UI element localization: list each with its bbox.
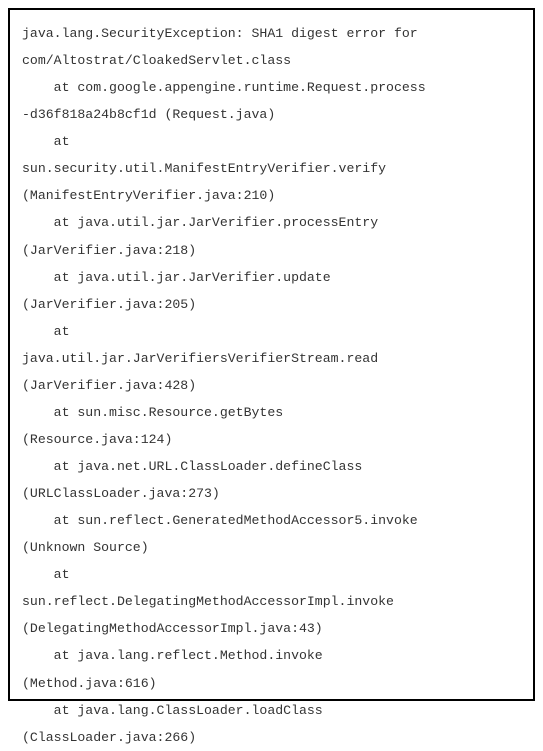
frame-loc: (ClassLoader.java:266): [22, 724, 521, 751]
frame-at: at sun.misc.Resource.getBytes: [22, 399, 521, 426]
exception-line: java.lang.SecurityException: SHA1 digest…: [22, 20, 521, 47]
frame-at: at java.util.jar.JarVerifier.processEntr…: [22, 209, 521, 236]
frame-at: at com.google.appengine.runtime.Request.…: [22, 74, 521, 101]
frame-loc: (DelegatingMethodAccessorImpl.java:43): [22, 615, 521, 642]
frame-at: at java.net.URL.ClassLoader.defineClass: [22, 453, 521, 480]
frame-at: at sun.reflect.GeneratedMethodAccessor5.…: [22, 507, 521, 534]
frame-loc: (JarVerifier.java:428): [22, 372, 521, 399]
frame-at: at java.util.jar.JarVerifier.update: [22, 264, 521, 291]
stacktrace-container: java.lang.SecurityException: SHA1 digest…: [8, 8, 535, 701]
frame-loc: -d36f818a24b8cf1d (Request.java): [22, 101, 521, 128]
frame-at: at: [22, 128, 521, 155]
frame-loc: (ManifestEntryVerifier.java:210): [22, 182, 521, 209]
frame-loc: java.util.jar.JarVerifiersVerifierStream…: [22, 345, 521, 372]
frame-at: at java.lang.reflect.Method.invoke: [22, 642, 521, 669]
frame-loc: sun.reflect.DelegatingMethodAccessorImpl…: [22, 588, 521, 615]
frame-loc: (Resource.java:124): [22, 426, 521, 453]
frame-loc: (URLClassLoader.java:273): [22, 480, 521, 507]
frame-loc: sun.security.util.ManifestEntryVerifier.…: [22, 155, 521, 182]
frame-loc: (Method.java:616): [22, 670, 521, 697]
frame-loc: (JarVerifier.java:205): [22, 291, 521, 318]
exception-line: com/Altostrat/CloakedServlet.class: [22, 47, 521, 74]
frame-at: at java.lang.ClassLoader.loadClass: [22, 697, 521, 724]
frame-loc: (JarVerifier.java:218): [22, 237, 521, 264]
frame-at: at: [22, 561, 521, 588]
frame-at: at: [22, 318, 521, 345]
frame-loc: (Unknown Source): [22, 534, 521, 561]
